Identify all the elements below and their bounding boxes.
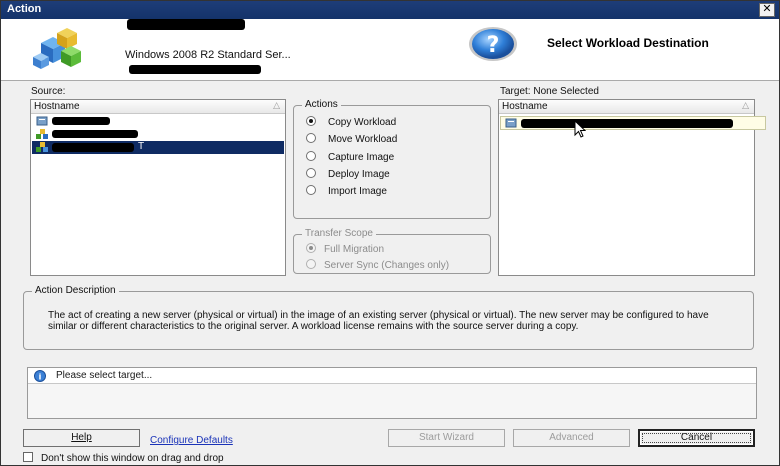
- target-list[interactable]: Hostname △: [498, 99, 766, 276]
- svg-text:i: i: [39, 373, 42, 382]
- radio-copy-workload[interactable]: Copy Workload: [306, 116, 396, 130]
- target-column-label: Hostname: [502, 101, 548, 112]
- radio-button[interactable]: [306, 185, 316, 195]
- start-wizard-button[interactable]: Start Wizard: [388, 429, 505, 447]
- target-hostname-header[interactable]: Hostname △: [499, 100, 754, 114]
- server-os-text: Windows 2008 R2 Standard Ser...: [125, 49, 291, 61]
- help-button[interactable]: Help: [23, 429, 140, 447]
- radio-full-migration[interactable]: Full Migration: [306, 243, 384, 257]
- redacted-server-address: [129, 65, 261, 74]
- actions-group: Actions Copy Workload Move Workload Capt…: [293, 99, 491, 219]
- redacted-hostname: [52, 117, 110, 125]
- sort-arrow-icon: △: [273, 100, 280, 110]
- server-icon: [36, 116, 48, 126]
- action-description-title: Action Description: [32, 285, 119, 296]
- status-panel: i Please select target...: [27, 367, 757, 419]
- dont-show-label: Don't show this window on drag and drop: [41, 453, 224, 464]
- radio-button[interactable]: [306, 243, 316, 253]
- target-item[interactable]: [500, 116, 766, 138]
- radio-server-sync[interactable]: Server Sync (Changes only): [306, 259, 449, 273]
- source-item[interactable]: [32, 115, 284, 127]
- target-label: Target: None Selected: [500, 86, 599, 97]
- actions-title: Actions: [302, 99, 341, 110]
- radio-move-workload[interactable]: Move Workload: [306, 133, 397, 147]
- radio-deploy-image[interactable]: Deploy Image: [306, 168, 390, 182]
- status-message: Please select target...: [56, 370, 153, 381]
- transfer-scope-title: Transfer Scope: [302, 228, 376, 239]
- action-dialog: Action ✕ Windows 2008 R2 Standard Ser...: [0, 0, 780, 466]
- radio-button[interactable]: [306, 151, 316, 161]
- transfer-scope-group: Transfer Scope Full Migration Server Syn…: [293, 228, 491, 274]
- svg-text:?: ?: [487, 33, 500, 58]
- source-hostname-header[interactable]: Hostname △: [31, 100, 285, 114]
- redacted-hostname: [521, 119, 733, 128]
- window-title: Action: [7, 3, 42, 15]
- source-list[interactable]: Hostname △ T: [30, 99, 286, 276]
- source-label: Source:: [31, 86, 66, 97]
- radio-button[interactable]: [306, 168, 316, 178]
- action-description-text: The act of creating a new server (physic…: [48, 310, 709, 332]
- workload-cubes-icon: [33, 28, 81, 69]
- cancel-button[interactable]: Cancel: [638, 429, 755, 447]
- title-bar[interactable]: Action ✕: [1, 1, 779, 19]
- sort-arrow-icon: △: [742, 100, 749, 110]
- source-item-selected[interactable]: T: [32, 141, 284, 154]
- server-icon: [505, 118, 517, 128]
- dialog-header: Windows 2008 R2 Standard Ser... ? Select…: [1, 19, 779, 81]
- dont-show-checkbox[interactable]: [23, 452, 33, 462]
- action-description-group: Action Description The act of creating a…: [23, 285, 754, 350]
- redacted-hostname: [52, 143, 134, 152]
- close-button[interactable]: ✕: [759, 3, 775, 17]
- info-icon: i: [34, 370, 46, 382]
- workload-icon: [36, 142, 48, 152]
- radio-button[interactable]: [306, 133, 316, 143]
- advanced-button[interactable]: Advanced: [513, 429, 630, 447]
- source-column-label: Hostname: [34, 101, 80, 112]
- dont-show-checkbox-row[interactable]: Don't show this window on drag and drop: [23, 452, 224, 464]
- status-message-bar: i Please select target...: [28, 368, 756, 384]
- configure-defaults-link[interactable]: Configure Defaults: [150, 435, 233, 446]
- radio-capture-image[interactable]: Capture Image: [306, 151, 394, 165]
- radio-button[interactable]: [306, 116, 316, 126]
- radio-import-image[interactable]: Import Image: [306, 185, 387, 199]
- page-title: Select Workload Destination: [547, 36, 709, 50]
- radio-button[interactable]: [306, 259, 316, 269]
- redacted-server-name: [127, 19, 245, 30]
- source-item[interactable]: [32, 128, 284, 140]
- workload-icon: [36, 129, 48, 139]
- mouse-cursor-icon: [574, 120, 586, 138]
- question-icon: ?: [469, 27, 517, 61]
- redacted-hostname: [52, 130, 138, 138]
